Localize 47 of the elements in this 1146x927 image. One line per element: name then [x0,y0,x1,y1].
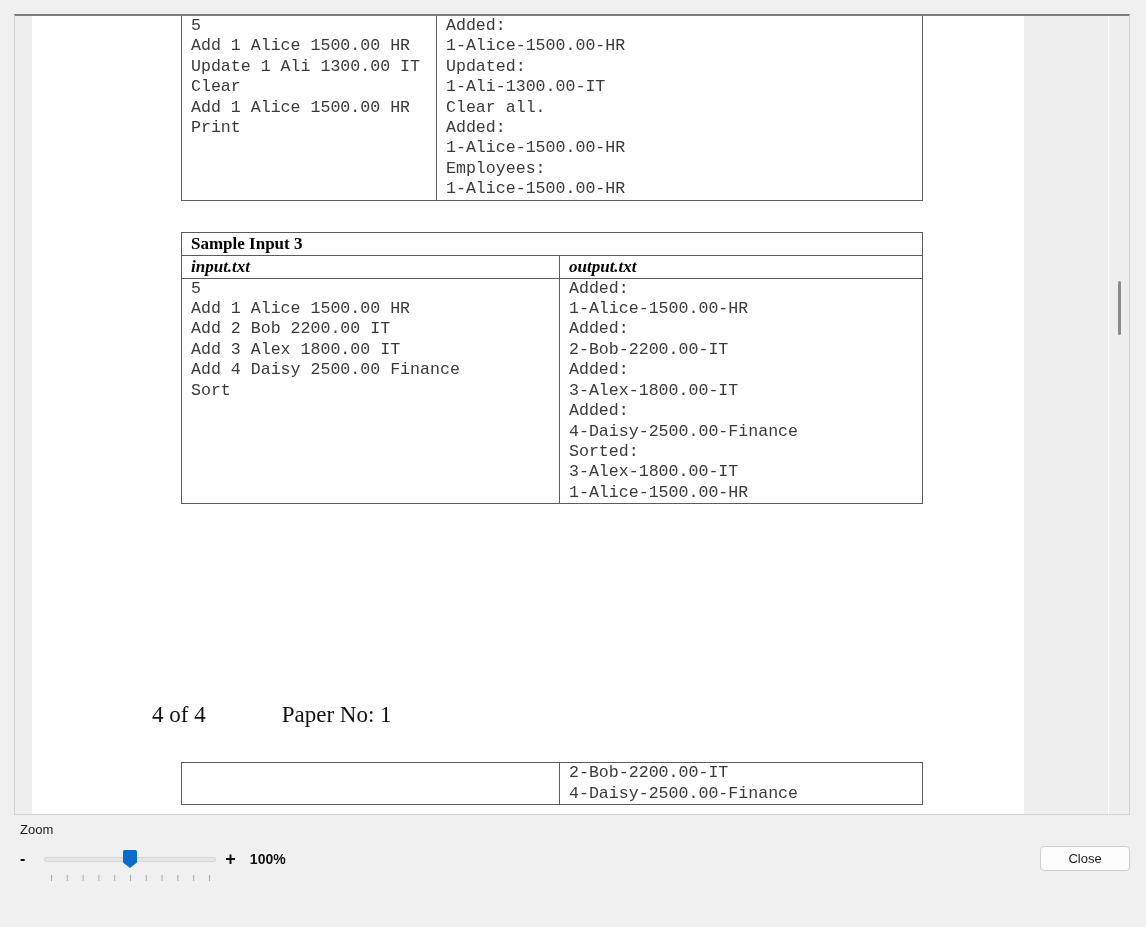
code-line: Add 3 Alex 1800.00 IT [191,339,401,361]
code-line: Add 1 Alice 1500.00 HR [191,97,411,119]
column-header: input.txt [191,256,251,276]
zoom-slider[interactable] [44,850,217,868]
code-line: Employees: [446,158,546,180]
column-header: output.txt [569,256,637,276]
code-line: Add 4 Daisy 2500.00 Finance [191,360,460,381]
code-line: Clear [191,77,241,98]
zoom-minus-label: - [20,850,26,868]
code-line: Add 1 Alice 1500.00 HR [191,299,411,320]
zoom-plus-label: + [225,850,236,868]
code-line: 1-Alice-1500.00-HR [446,179,626,200]
code-line: Sorted: [569,441,639,463]
code-line: Updated: [446,56,526,78]
code-line: Add 1 Alice 1500.00 HR [191,36,411,57]
table-title: Sample Input 3 [191,233,303,253]
code-line: 1-Alice-1500.00-HR [569,482,749,504]
close-button[interactable]: Close [1040,846,1130,871]
code-line: 2-Bob-2200.00-IT [569,763,729,784]
code-line: Added: [569,401,629,422]
zoom-label: Zoom [20,822,54,838]
code-line: Added: [446,118,506,139]
paper-number: Paper No: 1 [281,703,392,728]
code-line: 1-Alice-1500.00-HR [446,36,626,57]
code-line: Update 1 Ali 1300.00 IT [191,56,421,78]
code-line: 1-Ali-1300.00-IT [446,77,606,98]
code-line: Clear all. [446,97,546,119]
code-line: 5 [191,278,201,300]
zoom-value: 100% [249,850,286,868]
code-line: Print [191,118,241,139]
code-line: Added: [569,278,629,300]
scrollbar-thumb[interactable] [1118,281,1121,335]
code-line: Added: [569,360,629,381]
code-line: 2-Bob-2200.00-IT [569,339,729,361]
slider-thumb[interactable] [123,850,138,868]
code-line: 5 [191,16,201,37]
page-number: 4 of 4 [152,703,206,728]
code-line: 1-Alice-1500.00-HR [569,299,749,320]
code-line: Added: [446,16,506,37]
code-line: Sort [191,380,231,402]
code-line: 1-Alice-1500.00-HR [446,138,626,159]
code-line: Added: [569,319,629,340]
code-line: 3-Alex-1800.00-IT [569,462,739,483]
code-line: 3-Alex-1800.00-IT [569,380,739,402]
code-line: 4-Daisy-2500.00-Finance [569,783,799,804]
code-line: Add 2 Bob 2200.00 IT [191,319,391,340]
code-line: 4-Daisy-2500.00-Finance [569,421,799,442]
